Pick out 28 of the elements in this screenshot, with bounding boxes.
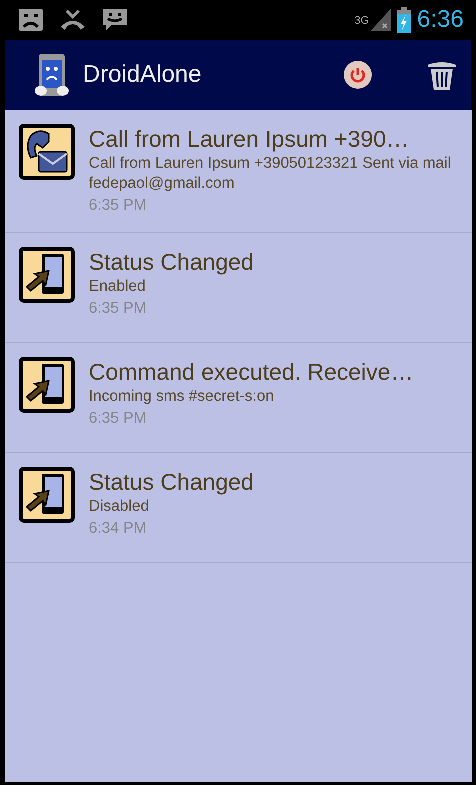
clock: 6:36	[417, 6, 464, 34]
entry-time: 6:34 PM	[89, 519, 148, 539]
entry-time: 6:35 PM	[89, 409, 148, 429]
entry-title: Status Changed	[89, 248, 254, 277]
log-entry[interactable]: Call from Lauren Ipsum +390… Call from Lauren Ipsum +39050123321 Sent via mail fedepaol@gmail.com 6:35 PM	[5, 110, 472, 233]
entry-title: Call from Lauren Ipsum +390…	[89, 125, 410, 154]
battery-icon	[397, 7, 412, 33]
entry-detail: Incoming sms #secret-s:on	[89, 387, 276, 407]
phone-mail-icon	[19, 124, 75, 180]
app-logo-icon	[35, 52, 69, 98]
log-entry[interactable]: Command executed. Receive… Incoming sms #secret-s:on 6:35 PM	[5, 343, 472, 453]
sad-face-icon	[18, 8, 44, 32]
entry-detail: Disabled	[89, 497, 150, 517]
signal-icon	[371, 9, 392, 31]
missed-call-icon	[60, 9, 86, 31]
entry-time: 6:35 PM	[89, 299, 148, 319]
entry-detail: Call from Lauren Ipsum +39050123321 Sent via mail fedepaol@gmail.com	[89, 154, 452, 194]
entry-detail: Enabled	[89, 277, 147, 297]
chat-icon	[102, 8, 128, 32]
app-title: DroidAlone	[83, 61, 203, 89]
power-icon	[344, 61, 372, 89]
entry-title: Command executed. Receive…	[89, 358, 414, 387]
log-entry[interactable]: Status Changed Enabled 6:35 PM	[5, 233, 472, 343]
network-type: 3G	[354, 15, 370, 27]
entry-time: 6:35 PM	[89, 196, 148, 216]
entry-title: Status Changed	[89, 468, 254, 497]
power-button[interactable]	[344, 61, 372, 89]
log-entry[interactable]: Status Changed Disabled 6:34 PM	[5, 453, 472, 563]
